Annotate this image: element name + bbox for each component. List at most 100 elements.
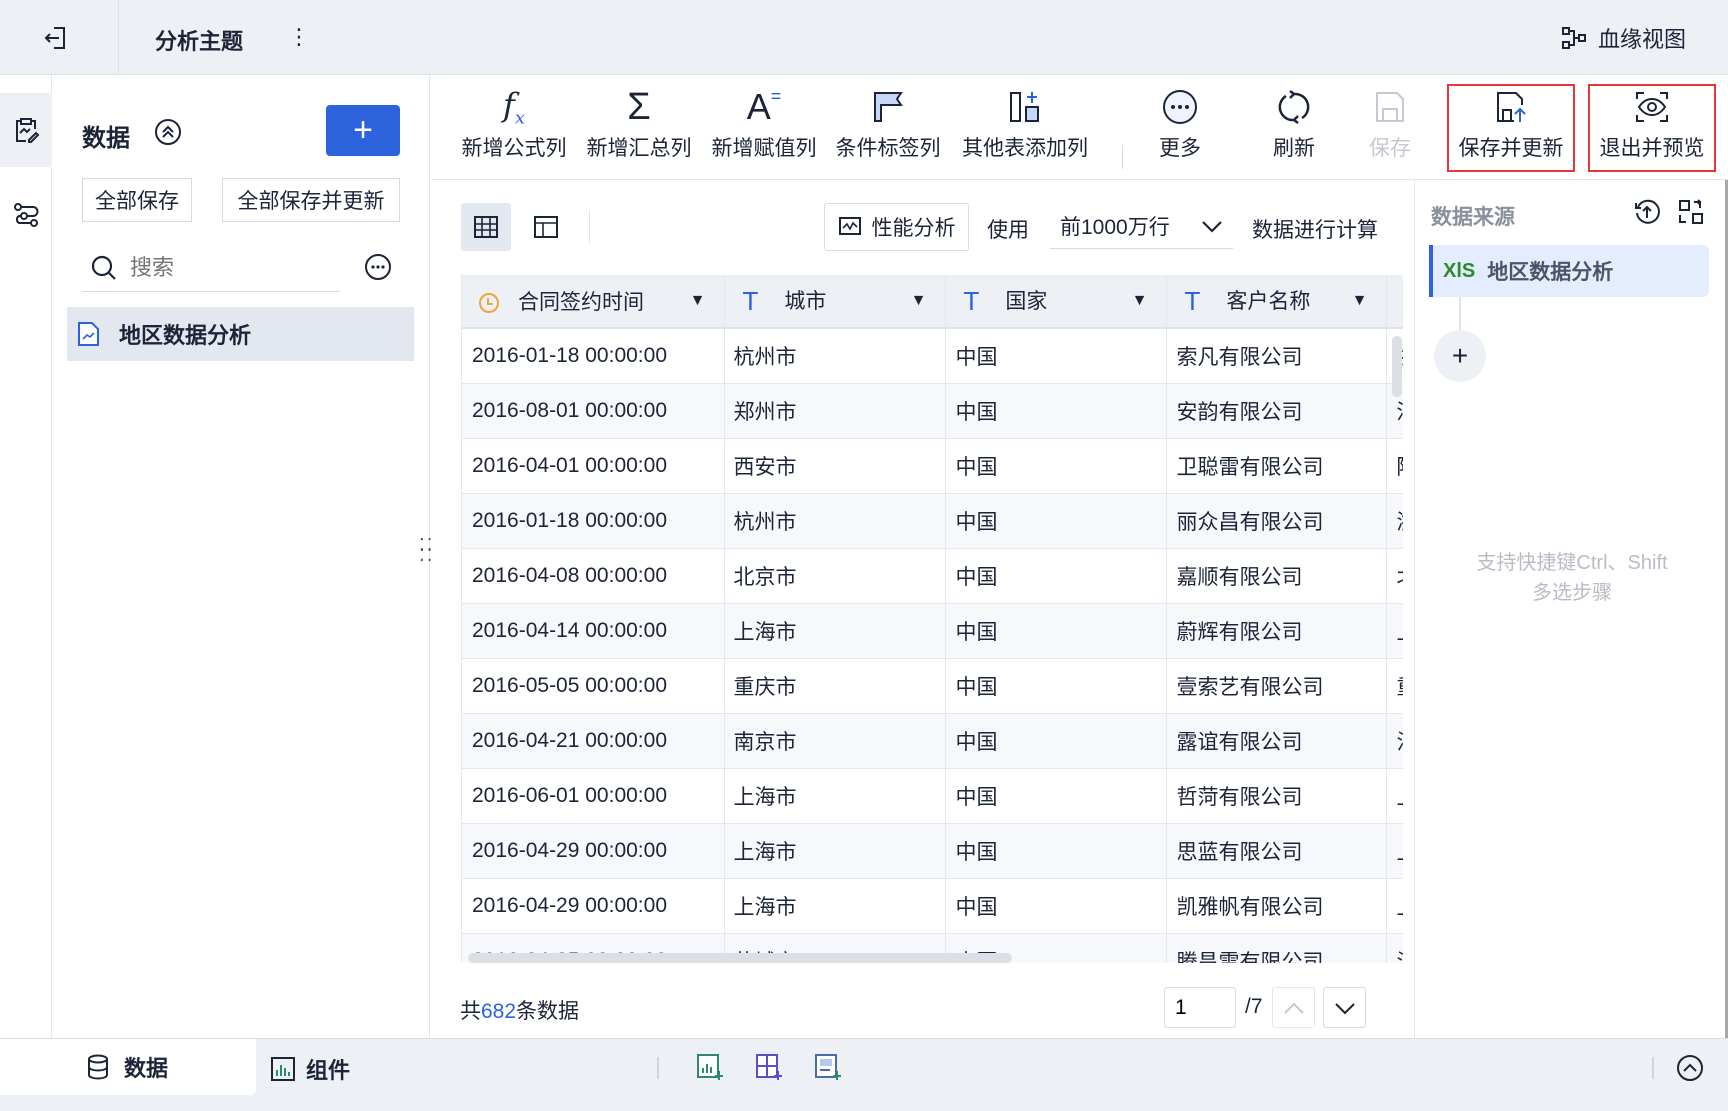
table-row[interactable]: 2016-04-29 00:00:00上海市中国思蓝有限公司上 [462, 823, 1403, 879]
column-header[interactable]: 合同签约时间 ▼ [462, 275, 725, 329]
save-icon [1374, 84, 1406, 130]
next-page-button[interactable] [1323, 987, 1366, 1028]
table-row[interactable]: 2016-06-01 00:00:00上海市中国哲菏有限公司上 [462, 768, 1403, 824]
table-cell: 浙 [1386, 493, 1403, 549]
tab-data[interactable]: 数据 [0, 1039, 256, 1095]
column-label: 合同签约时间 [518, 291, 644, 314]
lineage-view-button[interactable]: 血缘视图 [1560, 22, 1686, 54]
table-row[interactable]: 2016-04-21 00:00:00南京市中国露谊有限公司江 [462, 713, 1403, 769]
upload-history-icon[interactable] [1633, 198, 1661, 231]
table-cell: 2016-01-18 00:00:00 [462, 493, 725, 549]
toolbar-button-flag[interactable]: 条件标签列 [824, 84, 952, 172]
column-label: 城市 [784, 289, 827, 313]
table-cell: 2016-04-29 00:00:00 [462, 878, 725, 934]
right-panel-title: 数据来源 [1431, 206, 1515, 229]
more-options-icon[interactable] [364, 253, 392, 286]
xls-icon: XlS [1443, 259, 1476, 282]
exit-icon [44, 27, 65, 49]
save-all-button[interactable]: 全部保存 [82, 178, 192, 222]
table-row[interactable]: 2016-01-18 00:00:00杭州市中国索凡有限公司浙 [462, 328, 1403, 384]
resize-handle[interactable]: ⁚⁚ ⁚⁚ [419, 536, 434, 564]
add-step-button[interactable]: + [1434, 330, 1486, 382]
page-input[interactable] [1164, 987, 1236, 1028]
collapse-up-icon[interactable] [154, 118, 182, 151]
add-report-icon[interactable] [814, 1053, 842, 1086]
toolbar-label: 保存 [1369, 137, 1411, 160]
kebab-menu-icon[interactable]: ⋮ [288, 22, 310, 52]
table-cell: 2016-08-01 00:00:00 [462, 383, 725, 439]
dataset-chart-icon [78, 322, 99, 346]
flag-icon [871, 84, 905, 130]
more-icon [1162, 84, 1198, 130]
table-cell: 索凡有限公司 [1166, 328, 1387, 384]
table-cell: 重庆市 [724, 658, 946, 714]
rows-select-value: 前1000万行 [1060, 215, 1170, 239]
toolbar-button-add-column[interactable]: 其他表添加列 [961, 84, 1089, 172]
tab-components[interactable]: 组件 [270, 1053, 350, 1085]
add-button[interactable]: + [326, 105, 400, 156]
left-panel: 数据 + 全部保存 全部保存并更新 地区数据分析 [52, 75, 430, 1038]
dropdown-caret-icon[interactable]: ▼ [1352, 292, 1368, 310]
back-button[interactable] [40, 22, 72, 54]
dropdown-caret-icon[interactable]: ▼ [1132, 292, 1148, 310]
rail-item-flow[interactable] [0, 185, 52, 245]
column-header[interactable]: T 国家 ▼ [945, 275, 1167, 329]
search-box[interactable] [82, 245, 340, 292]
swap-icon[interactable] [1677, 198, 1705, 231]
table-cell: 嘉顺有限公司 [1166, 548, 1387, 604]
column-header[interactable]: T 客户名称 ▼ [1166, 275, 1387, 329]
table-row[interactable]: 2016-05-05 00:00:00重庆市中国壹索艺有限公司重 [462, 658, 1403, 714]
table-row[interactable]: 2016-04-08 00:00:00北京市中国嘉顺有限公司北 [462, 548, 1403, 604]
table-cell: 江 [1386, 713, 1403, 769]
toolbar-button-sigma[interactable]: Σ 新增汇总列 [575, 84, 703, 172]
performance-analysis-button[interactable]: 性能分析 [824, 203, 969, 251]
table-cell: 杭州市 [724, 328, 946, 384]
count-prefix: 共 [460, 1000, 481, 1023]
table-row[interactable]: 2016-04-29 00:00:00上海市中国凯雅帆有限公司上 [462, 878, 1403, 934]
toolbar-button-assign[interactable]: A= 新增赋值列 [700, 84, 828, 172]
list-item[interactable]: 地区数据分析 [67, 307, 414, 361]
add-table-icon[interactable] [755, 1053, 783, 1086]
rail-item-data[interactable] [0, 93, 52, 167]
list-item-label: 地区数据分析 [119, 323, 252, 348]
table-cell: 哲菏有限公司 [1166, 768, 1387, 824]
highlight-box [1588, 84, 1716, 172]
rows-select[interactable]: 前1000万行 [1050, 203, 1233, 249]
table-cell: 腾昌雷有限公司 [1166, 933, 1387, 963]
table-cell: 中国 [945, 878, 1167, 934]
table-row[interactable]: 2016-01-18 00:00:00杭州市中国丽众昌有限公司浙 [462, 493, 1403, 549]
table-cell: 江 [1386, 933, 1403, 963]
compute-label: 数据进行计算 [1252, 219, 1378, 242]
table-row[interactable]: 2016-04-01 00:00:00西安市中国卫聪雷有限公司陕 [462, 438, 1403, 494]
search-input[interactable] [130, 255, 310, 281]
toolbar-label: 条件标签列 [835, 137, 941, 160]
flow-icon [14, 203, 39, 227]
fx-icon: fx [503, 85, 525, 129]
layout-view-button[interactable] [521, 203, 571, 251]
table-cell: 卫聪雷有限公司 [1166, 438, 1387, 494]
grid-view-button[interactable] [461, 203, 511, 251]
dropdown-caret-icon[interactable]: ▼ [690, 292, 706, 310]
table-cell: 南京市 [724, 713, 946, 769]
toolbar-button-save[interactable]: 保存 [1326, 84, 1454, 172]
lineage-label: 血缘视图 [1598, 27, 1687, 52]
save-all-update-button[interactable]: 全部保存并更新 [222, 178, 400, 222]
table-row[interactable]: 2016-04-14 00:00:00上海市中国蔚辉有限公司上 [462, 603, 1403, 659]
add-chart-icon[interactable] [696, 1053, 724, 1086]
prev-page-button[interactable] [1272, 987, 1315, 1028]
data-table-viewport: 合同签约时间 ▼ T 城市 ▼ T 国家 ▼ T 客户名称 ▼ 2016-01-18 00:00:0… [461, 275, 1403, 963]
dropdown-caret-icon[interactable]: ▼ [911, 292, 927, 310]
vertical-scrollbar[interactable] [1392, 336, 1402, 397]
hint-line: 支持快捷键Ctrl、Shift [1476, 552, 1668, 574]
data-source-item[interactable]: XlS 地区数据分析 [1429, 245, 1709, 297]
table-row[interactable]: 2016-08-01 00:00:00郑州市中国安韵有限公司河 [462, 383, 1403, 439]
column-header[interactable] [1386, 275, 1403, 329]
horizontal-scrollbar[interactable] [468, 953, 1012, 963]
performance-label: 性能分析 [871, 217, 956, 240]
toolbar-button-more[interactable]: 更多 [1116, 84, 1244, 172]
table-cell: 北京市 [724, 548, 946, 604]
table-header-row: 合同签约时间 ▼ T 城市 ▼ T 国家 ▼ T 客户名称 ▼ [462, 275, 1403, 329]
toolbar-button-fx[interactable]: fx 新增公式列 [450, 84, 578, 172]
column-header[interactable]: T 城市 ▼ [724, 275, 946, 329]
expand-up-button[interactable] [1676, 1054, 1704, 1087]
